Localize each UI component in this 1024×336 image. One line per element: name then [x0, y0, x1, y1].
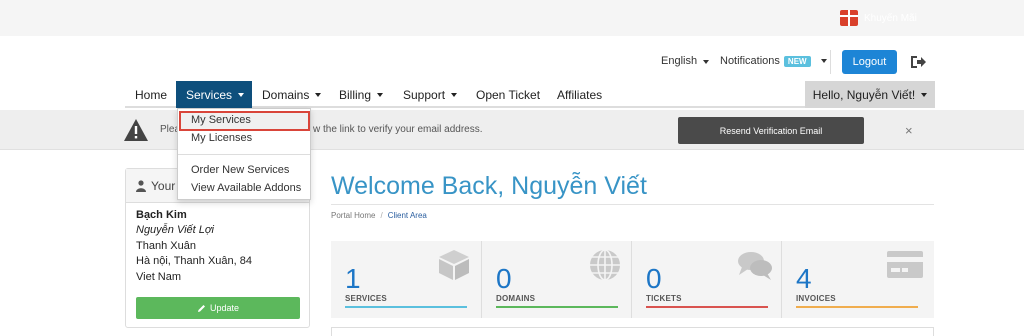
breadcrumb: Portal Home / Client Area [331, 211, 427, 220]
tile-label: INVOICES [796, 294, 836, 303]
chevron-down-icon [238, 92, 245, 97]
breadcrumb-home[interactable]: Portal Home [331, 211, 375, 220]
tile-accent-bar [345, 306, 467, 308]
tile-label: SERVICES [345, 294, 387, 303]
menu-item-order-new-services[interactable]: Order New Services [191, 164, 289, 176]
gift-icon [840, 10, 858, 26]
nav-affiliates[interactable]: Affiliates [547, 81, 612, 108]
menu-item-my-services[interactable]: My Services [191, 114, 251, 126]
tile-accent-bar [646, 306, 768, 308]
address-line: Hà nội, Thanh Xuân, 84 [136, 255, 252, 267]
tile-invoices[interactable]: 4 INVOICES [781, 241, 931, 318]
nav-domains[interactable]: Domains [252, 81, 331, 108]
divider [331, 204, 934, 205]
tile-domains[interactable]: 0 DOMAINS [481, 241, 631, 318]
notifications-menu[interactable]: Notifications NEW [720, 55, 827, 67]
close-icon[interactable]: × [905, 123, 913, 138]
chevron-down-icon [703, 60, 710, 64]
verify-email-alert: Plea w the link to verify your email add… [0, 110, 1024, 150]
nav-billing[interactable]: Billing [329, 81, 393, 108]
tile-accent-bar [796, 306, 918, 308]
tile-label: TICKETS [646, 294, 682, 303]
globe-icon [590, 249, 620, 281]
alert-text-end: w the link to verify your email address. [313, 124, 483, 135]
promo-label: Khuyến Mãi [864, 12, 917, 24]
nav-label: Affiliates [557, 87, 603, 102]
menu-divider [178, 154, 310, 155]
main-navbar: Home Services Domains Billing Support Op… [125, 81, 935, 108]
nav-label: Home [135, 87, 168, 102]
address-district: Thanh Xuân [136, 240, 196, 252]
tile-tickets[interactable]: 0 TICKETS [631, 241, 781, 318]
nav-services[interactable]: Services [176, 81, 252, 108]
cube-icon [439, 250, 469, 280]
user-icon [136, 180, 146, 192]
address-country: Viet Nam [136, 271, 182, 283]
sign-out-icon[interactable] [910, 55, 926, 69]
credit-card-icon [887, 251, 923, 278]
notifications-label: Notifications [720, 55, 780, 67]
chevron-down-icon [377, 92, 384, 97]
logout-button[interactable]: Logout [842, 50, 897, 74]
breadcrumb-separator: / [380, 211, 383, 220]
nav-open-ticket[interactable]: Open Ticket [466, 81, 550, 108]
nav-label: Domains [262, 87, 310, 102]
update-label: Update [209, 303, 240, 313]
divider [830, 50, 831, 74]
menu-item-my-licenses[interactable]: My Licenses [191, 132, 252, 144]
chevron-down-icon [820, 59, 827, 63]
account-menu[interactable]: Hello, Nguyễn Viết! [805, 81, 935, 108]
chevron-down-icon [315, 92, 322, 97]
nav-home[interactable]: Home [125, 81, 177, 108]
language-label: English [661, 55, 698, 67]
chevron-down-icon [451, 92, 458, 97]
page-title: Welcome Back, Nguyễn Viết [331, 172, 647, 200]
contact-name: Nguyễn Viết Lợi [136, 224, 214, 236]
top-bar: Khuyến Mãi [0, 0, 1024, 36]
content-panel [331, 327, 934, 336]
breadcrumb-current: Client Area [387, 211, 427, 220]
new-badge: NEW [783, 55, 811, 67]
nav-label: Billing [339, 87, 372, 102]
tile-label: DOMAINS [496, 294, 536, 303]
tile-count: 4 [796, 263, 812, 294]
panel-title: Your [151, 179, 176, 193]
warning-icon [124, 119, 148, 141]
update-button[interactable]: Update [136, 297, 300, 319]
tile-count: 0 [496, 263, 512, 294]
promo-link[interactable]: Khuyến Mãi [840, 9, 917, 27]
header-actions: English Notifications NEW Logout [0, 50, 1024, 74]
nav-support[interactable]: Support [393, 81, 467, 108]
language-selector[interactable]: English [661, 55, 710, 67]
comments-icon [738, 252, 772, 280]
chevron-down-icon [921, 92, 928, 97]
services-dropdown: My Services My Licenses Order New Servic… [177, 108, 311, 200]
stats-tiles: 1 SERVICES 0 DOMAINS 0 TICKETS 4 INVOICE… [331, 241, 934, 318]
tile-count: 0 [646, 263, 662, 294]
tile-count: 1 [345, 263, 361, 294]
account-greeting: Hello, Nguyễn Viết! [812, 87, 916, 102]
company-name: Bạch Kim [136, 209, 187, 221]
menu-item-view-addons[interactable]: View Available Addons [191, 182, 301, 194]
pencil-icon [197, 304, 205, 312]
nav-label: Open Ticket [476, 87, 541, 102]
resend-verification-button[interactable]: Resend Verification Email [678, 117, 864, 144]
nav-label: Services [186, 87, 233, 102]
tile-services[interactable]: 1 SERVICES [331, 241, 481, 318]
tile-accent-bar [496, 306, 618, 308]
nav-label: Support [403, 87, 446, 102]
